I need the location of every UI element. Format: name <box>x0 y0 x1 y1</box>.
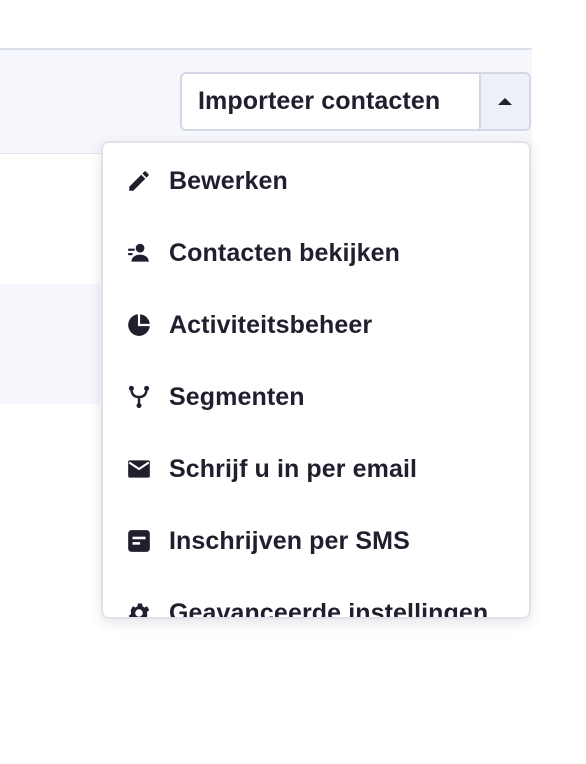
segments-icon <box>125 383 153 411</box>
menu-item-schrijf-in-per-email[interactable]: Schrijf u in per email <box>103 433 529 505</box>
menu-item-geavanceerde-instellingen[interactable]: Geavanceerde instellingen <box>103 577 529 619</box>
menu-item-label: Contacten bekijken <box>169 238 401 267</box>
import-contacts-button[interactable]: Importeer contacten <box>182 74 479 129</box>
import-contacts-label: Importeer contacten <box>198 87 441 115</box>
import-contacts-split-button: Importeer contacten <box>180 72 531 131</box>
page: Importeer contacten Bewerken Contacten b… <box>0 0 586 764</box>
contacts-icon <box>125 239 153 267</box>
caret-up-icon <box>498 98 512 105</box>
menu-item-label: Bewerken <box>169 166 288 195</box>
menu-list: Bewerken Contacten bekijken Activiteitsb… <box>103 143 529 619</box>
pencil-icon <box>125 167 153 195</box>
menu-item-label: Inschrijven per SMS <box>169 526 410 555</box>
sms-form-icon <box>125 527 153 555</box>
menu-item-contacten-bekijken[interactable]: Contacten bekijken <box>103 217 529 289</box>
menu-item-label: Segmenten <box>169 382 305 411</box>
gear-icon <box>125 599 153 617</box>
envelope-icon <box>125 455 153 483</box>
menu-item-segmenten[interactable]: Segmenten <box>103 361 529 433</box>
menu-item-activiteitsbeheer[interactable]: Activiteitsbeheer <box>103 289 529 361</box>
menu-item-label: Schrijf u in per email <box>169 454 418 483</box>
menu-item-bewerken[interactable]: Bewerken <box>103 145 529 217</box>
menu-item-label: Activiteitsbeheer <box>169 310 373 339</box>
menu-item-inschrijven-per-sms[interactable]: Inschrijven per SMS <box>103 505 529 577</box>
menu-item-label: Geavanceerde instellingen <box>169 598 489 619</box>
pie-chart-icon <box>125 311 153 339</box>
more-actions-toggle[interactable] <box>479 74 529 129</box>
more-actions-menu: Bewerken Contacten bekijken Activiteitsb… <box>101 141 531 619</box>
